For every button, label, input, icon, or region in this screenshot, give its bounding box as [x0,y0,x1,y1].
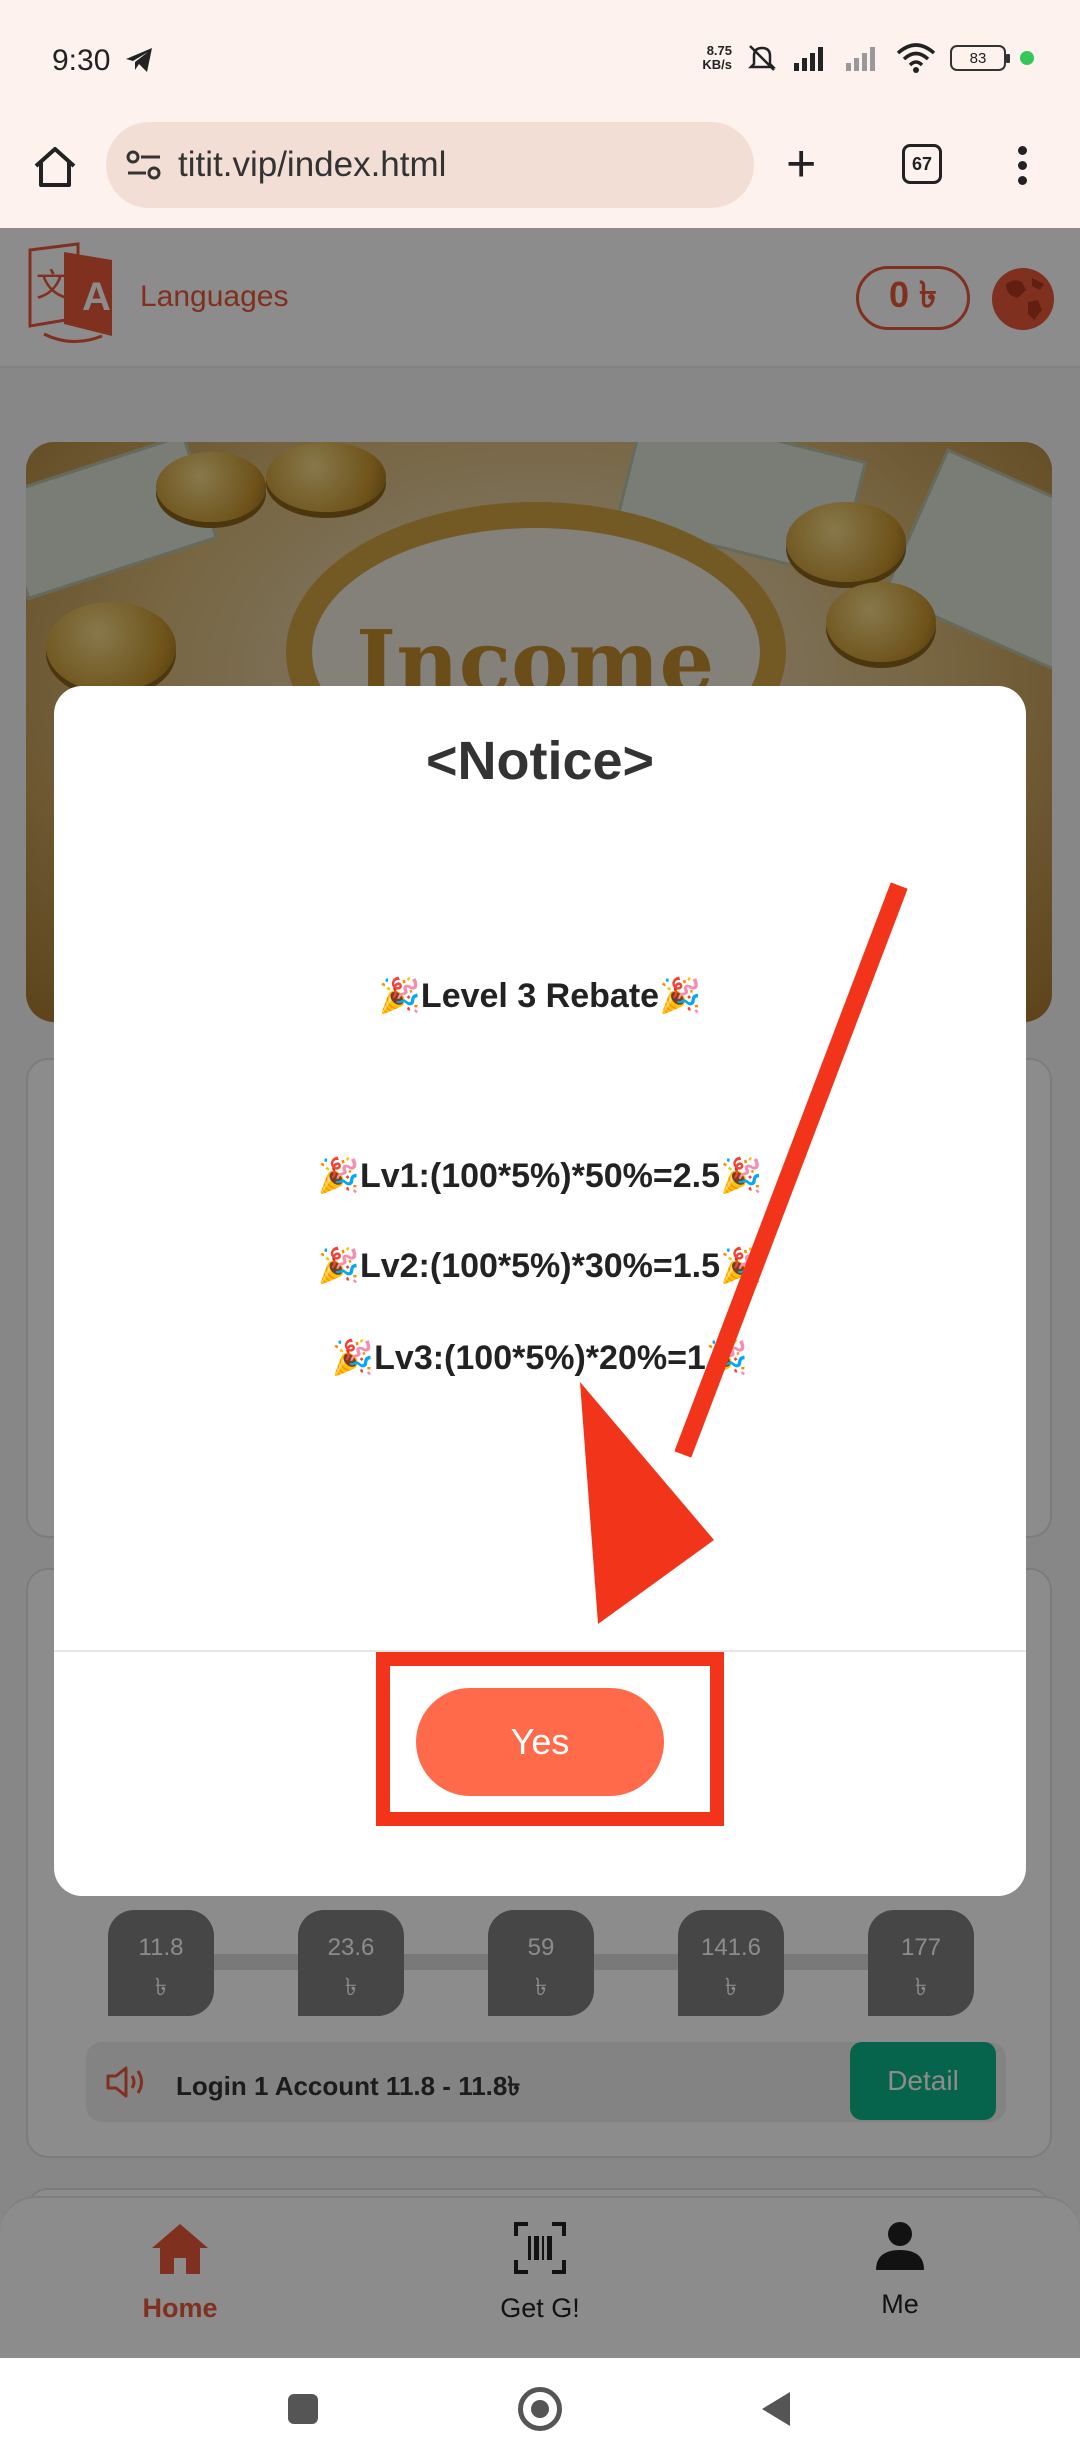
address-bar[interactable]: titit.vip/index.html [106,122,754,208]
annotation-highlight-box [376,1652,724,1826]
browser-toolbar: titit.vip/index.html + 67 [0,122,1080,228]
net-speed-unit: KB/s [702,57,732,72]
net-speed-value: 8.75 [706,43,732,58]
tab-switcher-button[interactable]: 67 [902,144,942,184]
browser-menu-icon[interactable] [1018,146,1030,191]
status-bar: 9:30 8.75 KB/s 83 [0,0,1080,122]
rebate-line-lv1: 🎉Lv1:(100*5%)*50%=2.5🎉 [317,1157,763,1195]
net-speed: 8.75 KB/s [702,44,732,72]
rebate-heading: 🎉Level 3 Rebate🎉 [378,977,702,1015]
url-text[interactable]: titit.vip/index.html [178,145,446,185]
signal-icon [794,47,823,71]
modal-title: <Notice> [425,731,655,791]
telegram-icon [126,48,152,72]
signal-2-icon [846,47,875,71]
battery-level: 83 [969,49,987,67]
new-tab-button[interactable]: + [786,138,816,190]
wifi-icon [896,43,936,73]
mute-icon [747,45,777,71]
status-time: 9:30 [52,44,111,77]
rebate-line-lv2: 🎉Lv2:(100*5%)*30%=1.5🎉 [317,1247,763,1285]
recents-button-icon[interactable] [288,2394,318,2424]
rebate-line-lv3: 🎉Lv3:(100*5%)*20%=1🎉 [331,1339,749,1377]
home-system-button-icon[interactable] [518,2387,562,2431]
status-icons: 8.75 KB/s 83 [702,42,1034,74]
privacy-dot [1020,51,1034,65]
home-button-icon[interactable] [30,142,80,192]
back-button-icon[interactable] [762,2392,790,2426]
site-settings-icon[interactable] [126,149,162,181]
battery-icon: 83 [950,45,1010,71]
